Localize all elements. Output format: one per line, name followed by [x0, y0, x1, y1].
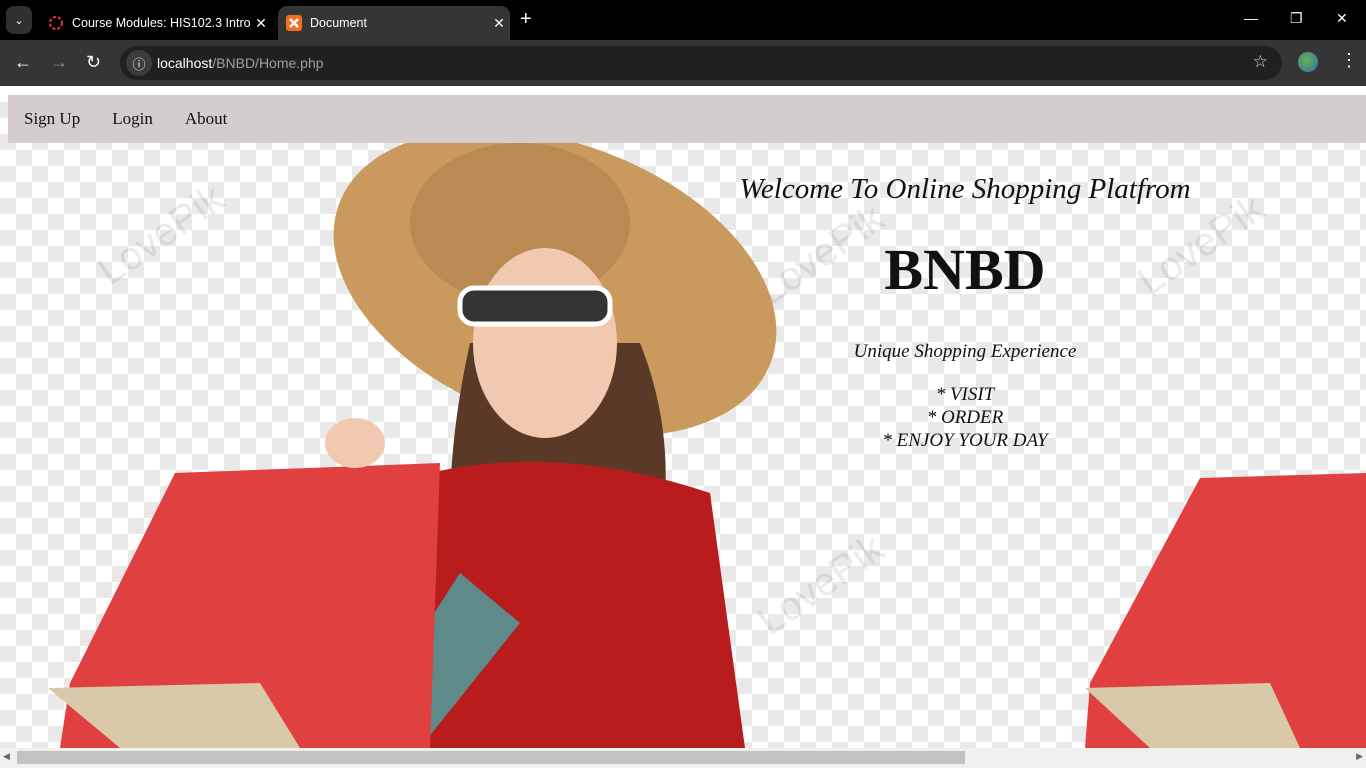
scroll-right-icon[interactable]: ▶: [1356, 751, 1363, 762]
close-tab-icon[interactable]: ✕: [250, 15, 272, 32]
welcome-heading: Welcome To Online Shopping Platfrom: [739, 173, 1191, 205]
canvas-icon: [49, 16, 63, 30]
close-tab-icon[interactable]: ✕: [488, 15, 510, 32]
scrollbar-thumb[interactable]: [17, 751, 965, 764]
nav-login[interactable]: Login: [112, 109, 153, 129]
address-bar[interactable]: ⓘ localhost/BNBD/Home.php ☆: [120, 46, 1282, 80]
menu-kebab-icon[interactable]: ⋮: [1340, 50, 1358, 71]
new-tab-button[interactable]: +: [520, 8, 532, 31]
back-icon[interactable]: ←: [14, 52, 32, 73]
nav-sign-up[interactable]: Sign Up: [24, 109, 80, 129]
tagline: Unique Shopping Experience: [853, 341, 1077, 362]
scroll-left-icon[interactable]: ◀: [3, 751, 10, 762]
url-text[interactable]: localhost/BNBD/Home.php: [157, 55, 324, 71]
list-item: * ENJOY YOUR DAY: [882, 430, 1048, 451]
close-window-icon[interactable]: ✕: [1336, 10, 1348, 27]
tab-course-modules[interactable]: Course Modules: HIS102.3 Introduction ✕: [40, 6, 272, 40]
tab-title: Document: [310, 16, 367, 30]
restore-icon[interactable]: ❐: [1290, 10, 1303, 27]
nav-about[interactable]: About: [185, 109, 228, 129]
bookmark-star-icon[interactable]: ☆: [1253, 52, 1268, 72]
hero-text: Welcome To Online Shopping Platfrom BNBD…: [700, 173, 1230, 452]
site-info-icon[interactable]: ⓘ: [126, 50, 152, 76]
tab-document[interactable]: Document ✕: [278, 6, 510, 40]
list-item: * ORDER: [926, 407, 1004, 428]
forward-icon[interactable]: →: [50, 52, 68, 73]
page-content: Sign Up Login About LovePik LovePik Love…: [0, 86, 1366, 748]
feature-list: * VISIT * ORDER * ENJOY YOUR DAY: [700, 383, 1230, 452]
horizontal-scrollbar[interactable]: ◀ ▶: [0, 748, 1366, 768]
browser-toolbar: ← → ↻ ⓘ localhost/BNBD/Home.php ☆ ⋮: [0, 40, 1366, 86]
list-item: * VISIT: [935, 384, 995, 405]
brand-title: BNBD: [884, 237, 1046, 302]
reload-icon[interactable]: ↻: [86, 52, 101, 73]
hero-banner: LovePik LovePik LovePik LovePik LovePik …: [0, 143, 1366, 748]
profile-avatar[interactable]: [1298, 52, 1318, 72]
tab-bar: ⌄ Course Modules: HIS102.3 Introduction …: [0, 0, 1366, 40]
minimize-icon[interactable]: —: [1244, 10, 1258, 26]
nav-menu: Sign Up Login About: [8, 95, 1366, 143]
xampp-icon: [286, 15, 302, 31]
tab-title: Course Modules: HIS102.3 Introduction: [72, 16, 250, 30]
tab-search-button[interactable]: ⌄: [6, 6, 32, 34]
